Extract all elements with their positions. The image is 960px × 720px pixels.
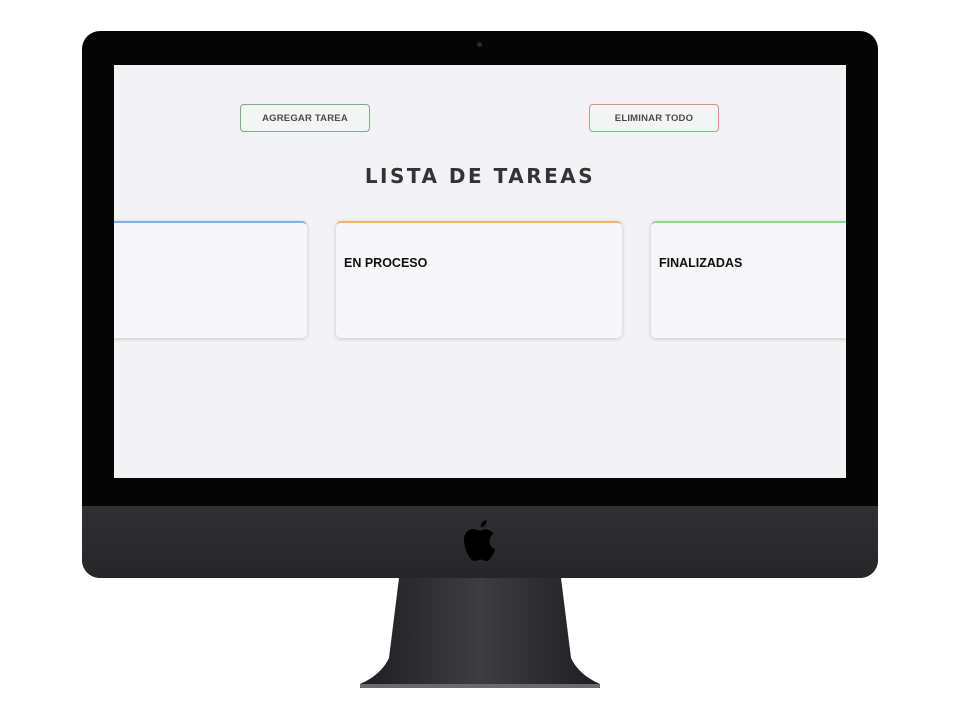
apple-logo-icon [464, 520, 495, 561]
add-task-button[interactable]: AGREGAR TAREA [240, 104, 370, 132]
column-title: FINALIZADAS [659, 256, 743, 270]
delete-all-button[interactable]: ELIMINAR TODO [589, 104, 719, 132]
camera-dot [477, 42, 482, 47]
column-title: EN PROCESO [344, 256, 428, 270]
app-screen: AGREGAR TAREA ELIMINAR TODO LISTA DE TAR… [114, 65, 846, 478]
imac-stand [360, 578, 600, 688]
column-pending[interactable] [114, 221, 307, 338]
column-finished[interactable]: FINALIZADAS [651, 221, 846, 338]
column-in-progress[interactable]: EN PROCESO [336, 221, 622, 338]
page-title: LISTA DE TAREAS [364, 164, 596, 188]
